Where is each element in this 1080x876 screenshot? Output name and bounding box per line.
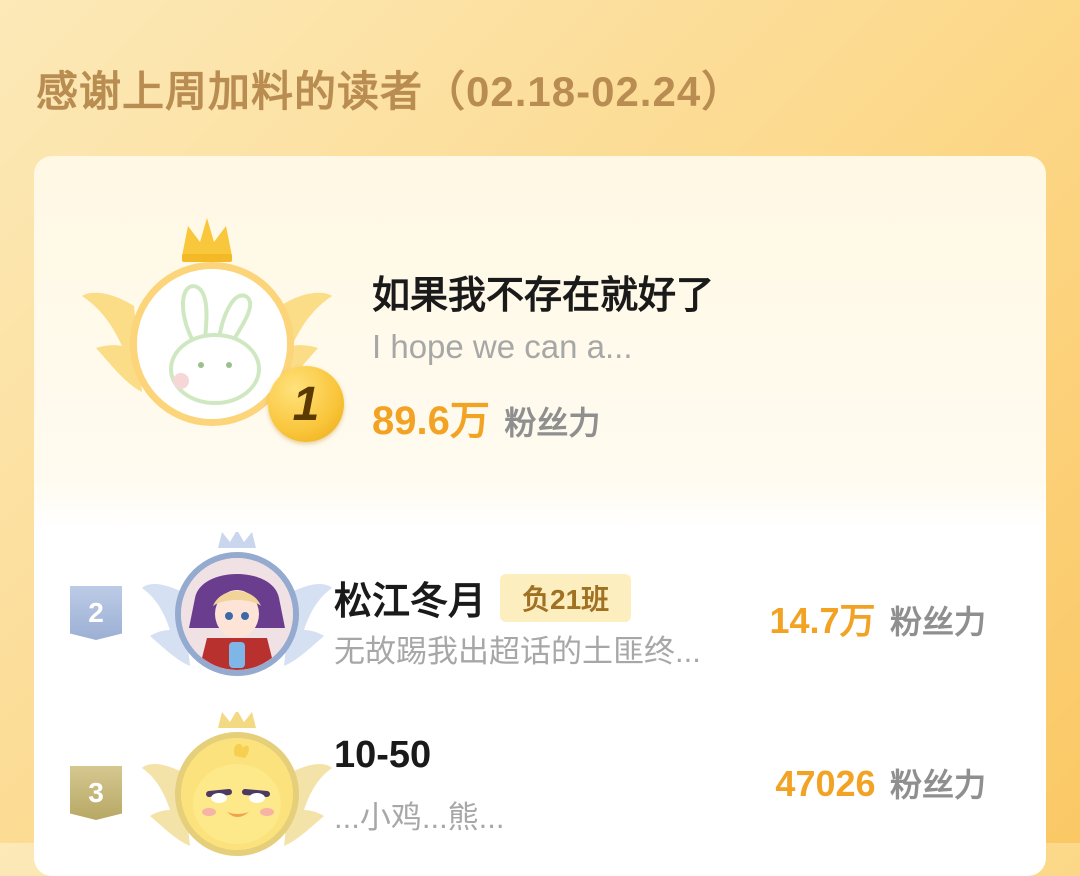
fan-club-badge: 负21班: [500, 573, 632, 622]
rank-badge: 2: [70, 586, 122, 640]
reader-name: 松江冬月: [334, 581, 487, 623]
reader-row[interactable]: 2 松江冬月 负21班 无故踢我出超话的土匪终... 14.7万 粉丝力: [34, 532, 1046, 692]
top-reader-name: 如果我不存在就好了: [372, 275, 715, 317]
score-unit: 粉丝力: [889, 767, 986, 803]
reader-name-line: 松江冬月 负21班: [334, 570, 632, 625]
score-value: 89.6万: [372, 399, 490, 443]
score-unit: 粉丝力: [504, 405, 601, 441]
score-value: 47026: [775, 763, 876, 804]
reader-avatar: [175, 732, 299, 856]
reader-name: 10-50: [334, 734, 432, 776]
rank-1-medal: 1: [268, 366, 344, 442]
page-title: 感谢上周加料的读者（02.18-02.24）: [36, 68, 745, 115]
top-reader-description: I hope we can a...: [372, 328, 633, 365]
top-reader-score: 89.6万 粉丝力: [372, 388, 600, 446]
rabbit-avatar-icon: [137, 269, 287, 419]
leaderboard-card: 1 如果我不存在就好了 I hope we can a... 89.6万 粉丝力…: [34, 156, 1046, 876]
reader-row[interactable]: 3 10-50 ...小鸡...熊... 47026 粉丝力: [34, 712, 1046, 872]
reader-description: ...小鸡...熊...: [334, 800, 505, 835]
reader-avatar-frame: [142, 532, 332, 702]
score-value: 14.7万: [769, 600, 876, 641]
reader-description: 无故踢我出超话的土匪终...: [334, 634, 701, 669]
top-reader-avatar-frame: 1: [82, 216, 344, 446]
score-unit: 粉丝力: [889, 604, 986, 640]
reader-score: 47026 粉丝力: [775, 760, 986, 806]
rank-badge: 3: [70, 766, 122, 820]
top-reader-entry[interactable]: 1 如果我不存在就好了 I hope we can a... 89.6万 粉丝力: [34, 156, 1046, 518]
reader-avatar: [175, 552, 299, 676]
anime-girl-avatar-icon: [181, 558, 293, 670]
reader-score: 14.7万 粉丝力: [769, 592, 986, 644]
yellow-chick-avatar-icon: [181, 738, 293, 850]
reader-avatar-frame: [142, 712, 332, 876]
reader-name-line: 10-50: [334, 734, 431, 777]
